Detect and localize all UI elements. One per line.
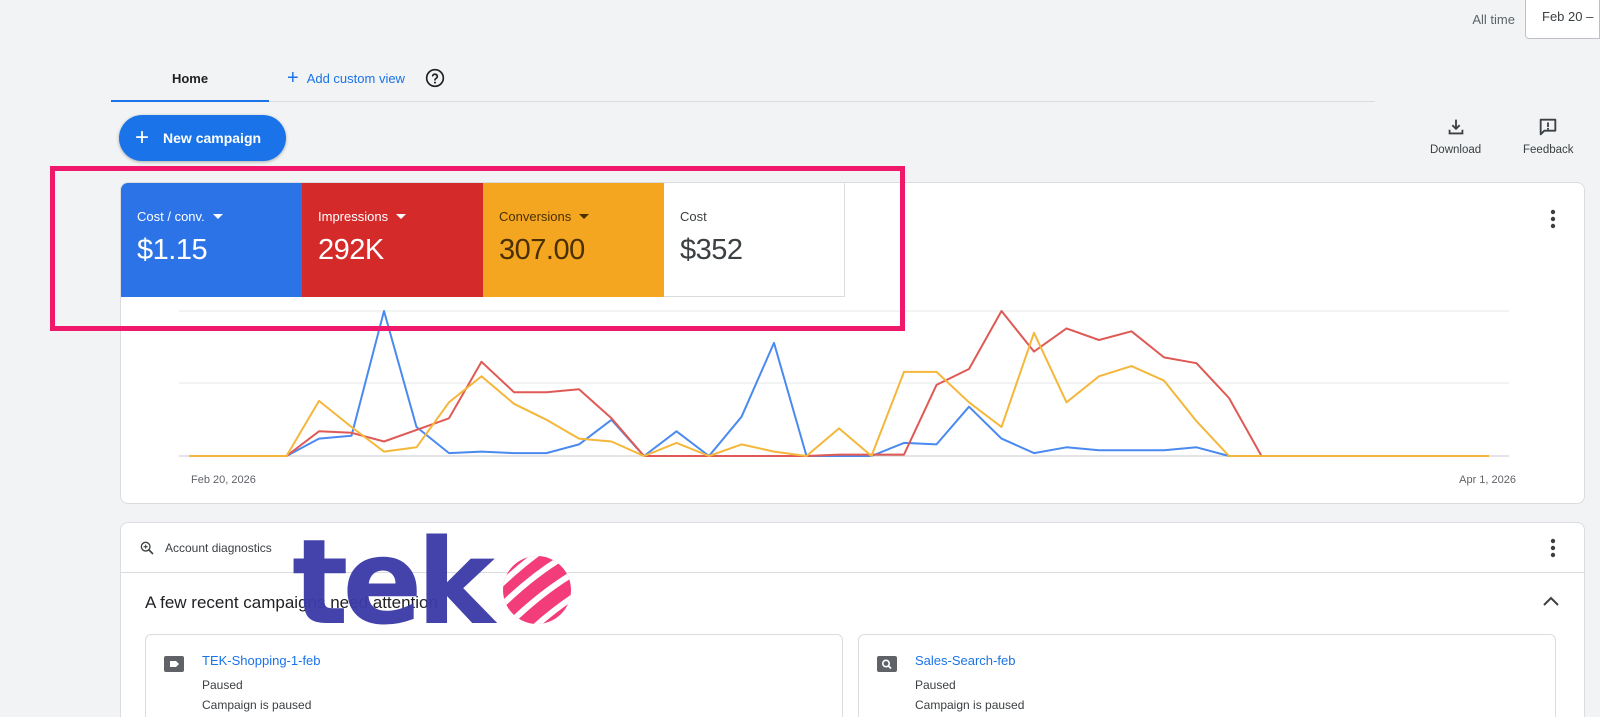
help-icon[interactable] <box>425 68 445 88</box>
date-all-time-label[interactable]: All time <box>1472 12 1515 27</box>
metric-label: Conversions <box>499 209 572 224</box>
metric-value: $1.15 <box>137 234 208 266</box>
download-button[interactable]: Download <box>1430 116 1481 156</box>
metric-label: Cost <box>680 209 707 224</box>
view-tabs: Home + Add custom view <box>111 62 1375 102</box>
chevron-up-icon[interactable] <box>1542 595 1560 607</box>
metric-value: 292K <box>318 234 384 266</box>
shopping-tag-icon <box>164 656 184 672</box>
feedback-button[interactable]: Feedback <box>1523 116 1574 156</box>
campaign-status: Paused <box>202 678 243 692</box>
more-options-icon[interactable] <box>1550 538 1556 558</box>
plus-icon: + <box>135 124 150 151</box>
campaign-status: Paused <box>915 678 956 692</box>
metric-value: $352 <box>680 234 743 266</box>
diagnostics-header-label: Account diagnostics <box>165 540 272 555</box>
date-range-picker[interactable]: Feb 20 – <box>1525 0 1600 39</box>
add-custom-view-label: Add custom view <box>306 70 405 86</box>
dropdown-caret-icon[interactable] <box>579 214 590 219</box>
metric-selector: Cost / conv. $1.15 Impressions 292K Conv… <box>121 183 845 297</box>
more-options-icon[interactable] <box>1550 209 1556 229</box>
x-axis-end-label: Apr 1, 2026 <box>1459 474 1516 486</box>
account-diagnostics-card: Account diagnostics A few recent campaig… <box>120 522 1585 717</box>
dropdown-caret-icon[interactable] <box>396 214 407 219</box>
campaign-card[interactable]: Sales-Search-feb Paused Campaign is paus… <box>858 634 1556 717</box>
feedback-icon <box>1540 118 1557 136</box>
download-label: Download <box>1430 144 1482 156</box>
metric-card-cost-per-conv[interactable]: Cost / conv. $1.15 <box>121 183 302 297</box>
metric-card-cost[interactable]: Cost $352 <box>664 183 845 297</box>
feedback-label: Feedback <box>1523 144 1574 156</box>
campaign-card[interactable]: TEK-Shopping-1-feb Paused Campaign is pa… <box>145 634 843 717</box>
new-campaign-button[interactable]: + New campaign <box>119 115 286 161</box>
diagnostics-search-icon <box>140 541 154 555</box>
metric-label: Cost / conv. <box>137 209 205 224</box>
plus-icon: + <box>287 67 299 89</box>
metric-label: Impressions <box>318 209 389 224</box>
campaign-status-detail: Campaign is paused <box>202 698 312 712</box>
campaign-name-link[interactable]: Sales-Search-feb <box>915 653 1015 668</box>
add-custom-view-button[interactable]: + Add custom view <box>287 62 405 94</box>
date-bar: All time Feb 20 – <box>1472 0 1600 39</box>
campaign-name-link[interactable]: TEK-Shopping-1-feb <box>202 653 321 668</box>
x-axis-start-label: Feb 20, 2026 <box>191 474 256 486</box>
metric-card-conversions[interactable]: Conversions 307.00 <box>483 183 664 297</box>
campaign-status-detail: Campaign is paused <box>915 698 1025 712</box>
diagnostics-header: Account diagnostics <box>121 523 1584 573</box>
diagnostics-title: A few recent campaigns need attention <box>145 593 438 612</box>
performance-chart-card: Feb 20, 2026 Apr 1, 2026 Cost / conv. $1… <box>120 182 1585 504</box>
chart-series-line-2 <box>189 331 1489 457</box>
metric-card-impressions[interactable]: Impressions 292K <box>302 183 483 297</box>
tab-home[interactable]: Home <box>111 62 269 102</box>
metric-value: 307.00 <box>499 234 585 266</box>
dropdown-caret-icon[interactable] <box>212 214 223 219</box>
new-campaign-label: New campaign <box>163 130 262 146</box>
download-icon <box>1448 119 1463 135</box>
search-campaign-icon <box>877 656 897 672</box>
